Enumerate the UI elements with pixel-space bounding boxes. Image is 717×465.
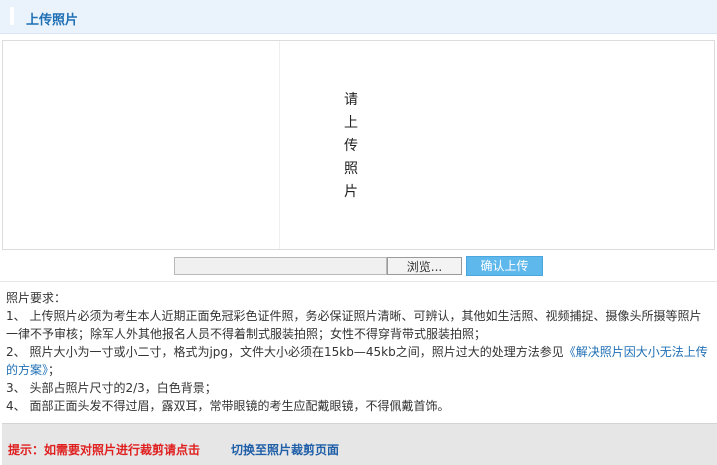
browse-button[interactable]: 浏览... [387,257,462,275]
requirement-item-4: 4、 面部正面头发不得过眉，露双耳，常带眼镜的考生应配戴眼镜，不得佩戴首饰。 [6,399,450,413]
header-accent-bar [10,7,14,25]
file-path-input[interactable] [174,257,387,275]
requirements-heading: 照片要求： [6,291,67,305]
photo-preview-panel: 请 上 传 照 片 [2,40,715,250]
photo-requirements: 照片要求： 1、 上传照片必须为考生本人近期正面免冠彩色证件照，务必保证照片清晰… [6,289,712,415]
requirement-item-2: 2、 照片大小为一寸或小二寸，格式为jpg，文件大小必须在15kb—45kb之间… [6,343,712,379]
requirement-item-2-suffix: ； [48,363,61,377]
section-header: 上传照片 [0,0,717,34]
confirm-upload-button[interactable]: 确认上传 [466,256,543,276]
photo-placeholder-text: 请 上 传 照 片 [344,92,358,200]
requirement-item-1: 1、 上传照片必须为考生本人近期正面免冠彩色证件照，务必保证照片清晰、可辨认，其… [6,309,702,341]
panel-divider [279,41,280,249]
switch-to-crop-link[interactable]: 切换至照片裁剪页面 [231,441,339,458]
tip-bar: 提示：如需要对照片进行裁剪请点击 切换至照片裁剪页面 [2,423,717,465]
requirement-item-3: 3、 头部占照片尺寸的2/3，白色背景； [6,381,217,395]
page-title: 上传照片 [26,13,79,28]
tip-label: 提示：如需要对照片进行裁剪请点击 [8,443,201,457]
requirement-item-2-text: 2、 照片大小为一寸或小二寸，格式为jpg，文件大小必须在15kb—45kb之间… [6,345,564,359]
